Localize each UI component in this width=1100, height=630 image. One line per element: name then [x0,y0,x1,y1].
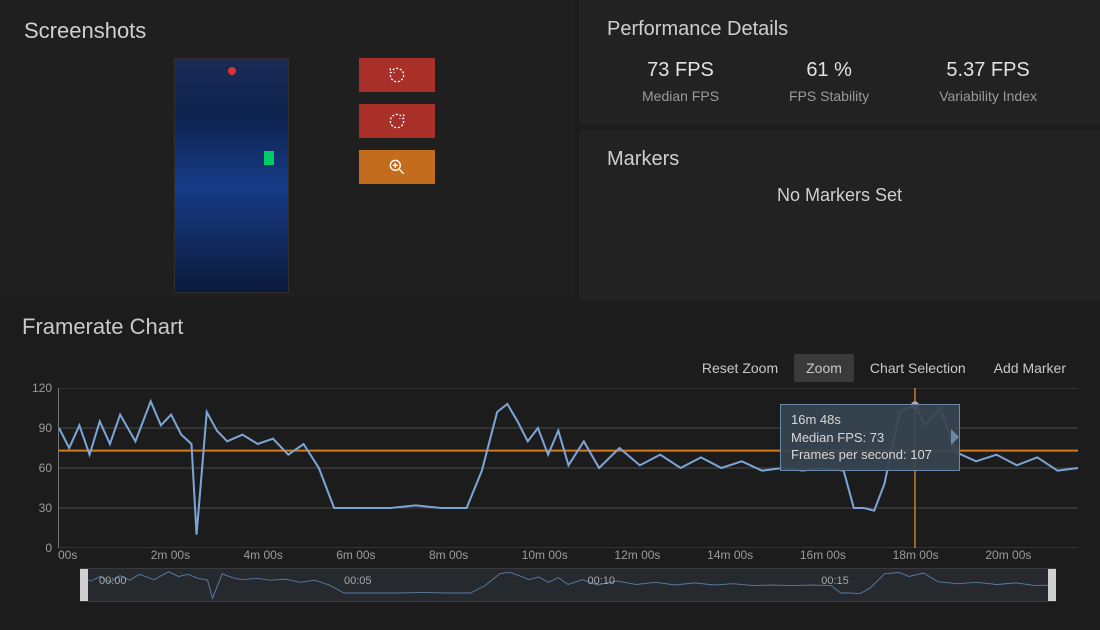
zoom-mode-button[interactable]: Zoom [794,354,854,382]
markers-empty-text: No Markers Set [607,185,1072,206]
chart-x-axis: 00s2m 00s4m 00s6m 00s8m 00s10m 00s12m 00… [58,548,1078,562]
tooltip-fps: Frames per second: 107 [791,446,949,464]
overview-handle-left[interactable] [80,569,88,601]
performance-title: Performance Details [607,18,1072,41]
add-marker-button[interactable]: Add Marker [982,354,1078,382]
chart-toolbar: Reset Zoom Zoom Chart Selection Add Mark… [22,354,1078,382]
screenshot-thumbnail[interactable] [174,58,289,293]
perf-median-fps: 73 FPS Median FPS [642,59,719,104]
overview-handle-right[interactable] [1048,569,1056,601]
rotate-ccw-button[interactable] [359,58,435,92]
perf-variability: 5.37 FPS Variability Index [939,59,1037,104]
chart-tooltip: 16m 48s Median FPS: 73 Frames per second… [780,404,960,471]
markers-title: Markers [607,148,1072,171]
rotate-ccw-icon [387,65,407,85]
magnify-plus-icon [387,157,407,177]
tooltip-median: Median FPS: 73 [791,429,949,447]
reset-zoom-button[interactable]: Reset Zoom [690,354,790,382]
performance-panel: Performance Details 73 FPS Median FPS 61… [579,0,1100,124]
framerate-chart-panel: Framerate Chart Reset Zoom Zoom Chart Se… [0,300,1100,610]
rotate-cw-button[interactable] [359,104,435,138]
tooltip-time: 16m 48s [791,411,949,429]
rotate-cw-icon [387,111,407,131]
perf-stability: 61 % FPS Stability [789,59,869,104]
chart-overview[interactable]: 00:00 00:05 00:10 00:15 [80,568,1056,602]
screenshots-title: Screenshots [24,18,551,44]
markers-panel: Markers No Markers Set [579,130,1100,300]
screenshots-panel: Screenshots [0,0,575,296]
chart-plot-area[interactable]: 16m 48s Median FPS: 73 Frames per second… [58,388,1078,548]
chart-selection-button[interactable]: Chart Selection [858,354,978,382]
chart-y-axis: 0306090120 [22,388,58,548]
chart-title: Framerate Chart [22,314,1078,340]
zoom-in-button[interactable] [359,150,435,184]
